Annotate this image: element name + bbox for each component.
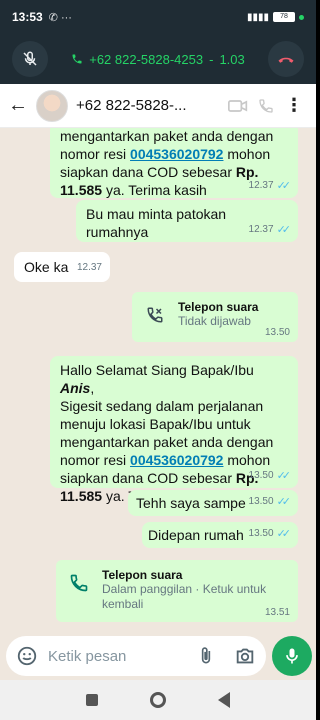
composer: Ketik pesan (0, 632, 316, 680)
mute-button[interactable] (12, 41, 48, 77)
message-bubble-outgoing[interactable]: Tehh saya sampe 13.50 ✓✓ (128, 490, 298, 516)
camera-icon[interactable] (234, 645, 256, 667)
back-icon[interactable] (218, 692, 230, 708)
chat-header: ← +62 822-5828-... ⋮ (0, 84, 316, 128)
message-meta: 12.37 ✓✓ (249, 221, 292, 239)
call-card-title: Telepon suara (102, 568, 183, 582)
message-bubble-outgoing[interactable]: Didepan rumah 13.50 ✓✓ (142, 522, 298, 548)
mic-in-use-dot-icon (299, 14, 304, 20)
call-icon (64, 568, 94, 598)
back-arrow-icon[interactable]: ← (8, 94, 36, 117)
emoji-icon[interactable] (16, 645, 38, 667)
message-bubble-incoming[interactable]: Oke ka 12.37 (14, 252, 110, 282)
message-meta: 13.50 ✓✓ (249, 525, 292, 543)
voice-message-button[interactable] (272, 636, 312, 676)
battery-icon: 78 (273, 12, 295, 22)
attach-icon[interactable] (196, 645, 216, 667)
status-notification-icons: ✆ ··· (48, 11, 72, 24)
avatar[interactable] (36, 89, 68, 122)
end-call-button[interactable] (268, 41, 304, 77)
chat-area[interactable]: mengantarkan paket anda dengan nomor res… (0, 128, 316, 632)
double-check-icon: ✓✓ (276, 470, 292, 482)
contact-name[interactable]: +62 822-5828-... (76, 97, 224, 114)
double-check-icon: ✓✓ (276, 496, 292, 508)
voice-call-card-ongoing[interactable]: Telepon suara Dalam panggilan · Ketuk un… (56, 560, 298, 622)
message-text: Oke ka (24, 259, 69, 275)
resi-link[interactable]: 004536020792 (130, 452, 223, 468)
phone-icon (72, 54, 82, 64)
system-nav-bar (0, 680, 316, 720)
status-time: 13:53 (12, 10, 43, 24)
message-text: Tehh saya sampe (136, 495, 246, 511)
end-call-icon (278, 57, 294, 63)
more-options-icon[interactable]: ⋮ (280, 95, 308, 116)
message-input[interactable]: Ketik pesan (6, 636, 266, 676)
message-bubble-outgoing[interactable]: mengantarkan paket anda dengan nomor res… (50, 128, 298, 198)
message-placeholder: Ketik pesan (48, 647, 127, 665)
call-duration: 1.03 (219, 51, 245, 67)
message-bubble-outgoing[interactable]: Hallo Selamat Siang Bapak/Ibu Anis, Sige… (50, 356, 298, 504)
message-time: 13.50 (264, 327, 290, 338)
mic-icon (286, 648, 298, 664)
message-meta: 12.37 ✓✓ (249, 177, 292, 195)
message-meta: 13.50 ✓✓ (249, 467, 292, 485)
recents-icon[interactable] (86, 694, 98, 706)
status-right-icons: ▮▮▮▮ 78 (247, 12, 304, 23)
double-check-icon: ✓✓ (276, 180, 292, 192)
status-bar: 13:53 ✆ ··· ▮▮▮▮ 78 (0, 0, 316, 34)
message-bubble-outgoing[interactable]: Bu mau minta patokan rumahnya 12.37 ✓✓ (76, 200, 298, 242)
call-info: +62 822-5828-4253 - 1.03 (48, 52, 268, 67)
double-check-icon: ✓✓ (276, 224, 292, 236)
resi-link[interactable]: 004536020792 (130, 146, 223, 162)
home-icon[interactable] (150, 692, 166, 708)
call-number: +62 822-5828-4253 (89, 51, 204, 67)
call-separator: - (209, 51, 214, 67)
missed-call-icon (140, 300, 170, 330)
video-call-icon[interactable] (224, 98, 252, 114)
call-card-status: Tidak dijawab (178, 314, 251, 328)
message-time: 13.51 (264, 607, 290, 618)
ongoing-call-bar[interactable]: +62 822-5828-4253 - 1.03 (0, 34, 316, 84)
message-time: 12.37 (76, 262, 102, 273)
voice-call-card-missed[interactable]: Telepon suara Tidak dijawab 13.50 (132, 292, 298, 342)
call-card-title: Telepon suara (178, 300, 259, 314)
voice-call-icon[interactable] (252, 98, 280, 114)
signal-icon: ▮▮▮▮ (246, 11, 269, 23)
message-text: Didepan rumah (148, 527, 244, 543)
call-card-status: Dalam panggilan · Ketuk untuk kembali (102, 582, 267, 611)
double-check-icon: ✓✓ (276, 528, 292, 540)
mic-off-icon (23, 51, 37, 66)
message-meta: 13.50 ✓✓ (249, 493, 292, 511)
